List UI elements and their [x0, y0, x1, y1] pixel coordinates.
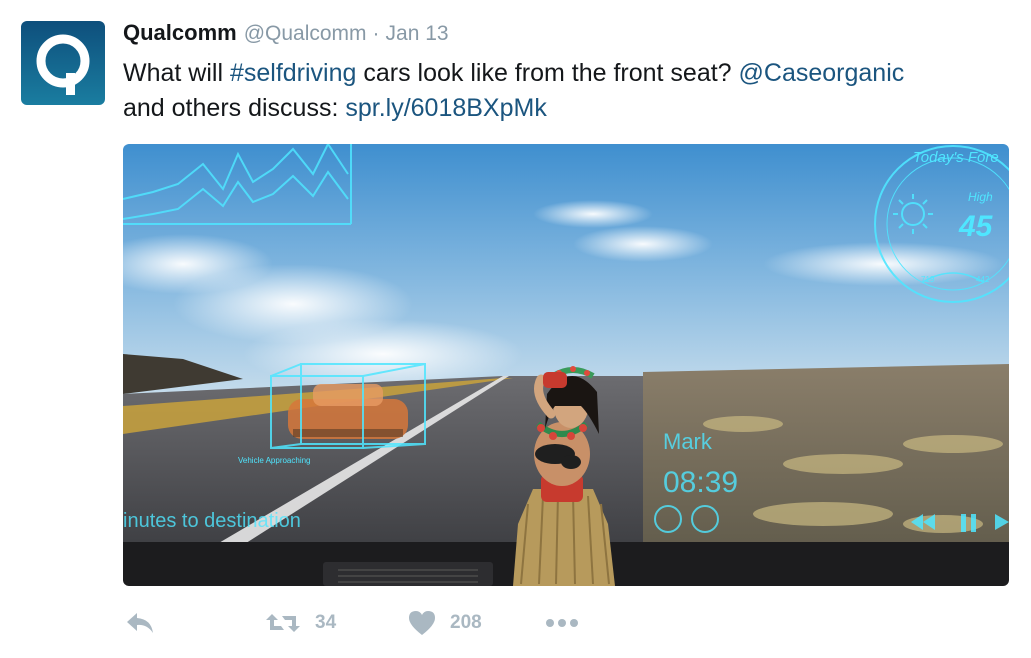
high-temperature: 45: [958, 210, 994, 243]
hashtag-link[interactable]: #selfdriving: [230, 59, 356, 87]
more-options-button[interactable]: [545, 605, 581, 641]
url-link[interactable]: spr.ly/6018BXpMk: [345, 94, 547, 122]
reply-button[interactable]: [125, 605, 155, 641]
display-name[interactable]: Qualcomm: [123, 20, 237, 46]
tweet-action-bar: 34 208: [123, 605, 623, 641]
hud-time: 08:39: [663, 466, 738, 499]
retweet-icon: [266, 614, 300, 632]
low-left-value: 719: [921, 275, 935, 284]
low-right-value: 442: [976, 275, 990, 284]
high-label: High: [968, 190, 993, 204]
tweet-header: Qualcomm @Qualcomm · Jan 13: [123, 20, 449, 48]
tweet-text: What will #selfdriving cars look like fr…: [123, 56, 1013, 126]
header-separator: ·: [372, 22, 380, 45]
tweet-media-image[interactable]: Vehicle Approaching Today's Fore High 45…: [123, 144, 1009, 586]
more-dots-icon: [546, 619, 578, 627]
vehicle-approaching-label: Vehicle Approaching: [238, 456, 311, 465]
forecast-title: Today's Fore: [913, 149, 999, 166]
like-count: 208: [450, 612, 482, 633]
retweet-count: 34: [315, 612, 337, 633]
caller-name: Mark: [663, 429, 713, 454]
tweet-text-suffix: and others discuss:: [123, 94, 346, 122]
tweet-text-middle: cars look like from the front seat?: [356, 59, 739, 87]
reply-icon: [127, 613, 153, 633]
qualcomm-avatar[interactable]: [21, 21, 105, 105]
minutes-to-destination: inutes to destination: [123, 510, 301, 532]
retweet-button[interactable]: 34: [265, 605, 336, 641]
heart-icon: [409, 611, 435, 635]
tweet-date[interactable]: Jan 13: [386, 22, 449, 46]
user-handle[interactable]: @Qualcomm: [244, 22, 367, 46]
tweet-text-prefix: What will: [123, 59, 230, 87]
qualcomm-logo-icon: [36, 34, 90, 95]
dashboard-hud-photo: Vehicle Approaching Today's Fore High 45…: [123, 144, 1009, 586]
mention-link[interactable]: @Caseorganic: [739, 59, 905, 87]
like-button[interactable]: 208: [408, 605, 482, 641]
